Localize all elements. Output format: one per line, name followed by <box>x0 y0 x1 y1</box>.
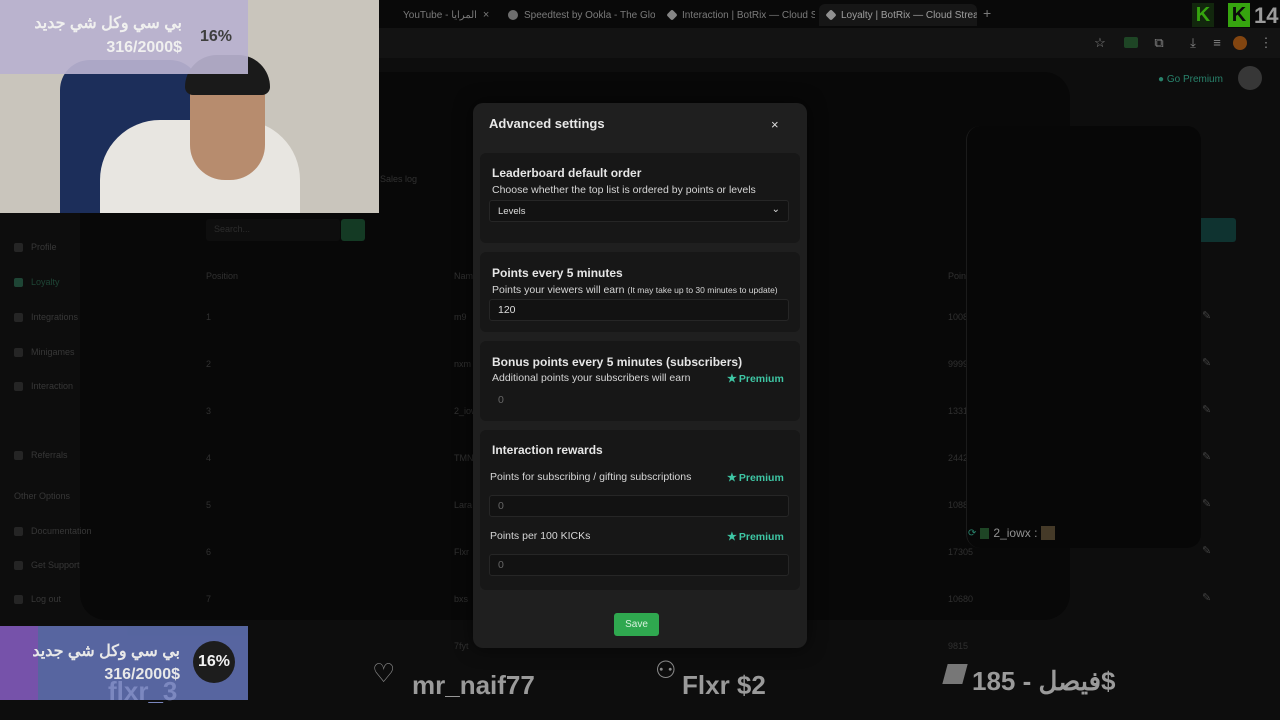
recent-tip: Flxr $2 <box>682 670 766 700</box>
premium-badge: ★ Premium <box>727 530 784 543</box>
premium-label: Premium <box>738 531 784 543</box>
top-donation: فيصل - 185$ <box>972 666 1116 696</box>
kicks-points-input[interactable]: 0 <box>489 554 789 576</box>
card-title: Interaction rewards <box>492 443 603 457</box>
modal-title: Advanced settings <box>489 116 605 131</box>
card-description-text: Points your viewers will earn <box>492 284 625 296</box>
card-title: Points every 5 minutes <box>492 266 623 280</box>
save-button[interactable]: Save <box>614 613 659 636</box>
advanced-settings-modal: Advanced settings × Leaderboard default … <box>473 103 807 648</box>
card-description: Points your viewers will earn (It may ta… <box>492 284 778 296</box>
goal-amount: 316/2000$ <box>106 39 182 56</box>
select-value: Levels <box>498 206 526 217</box>
card-title: Bonus points every 5 minutes (subscriber… <box>492 355 743 369</box>
bonus-points-input[interactable]: 0 <box>489 389 789 411</box>
leaderboard-order-card: Leaderboard default order Choose whether… <box>480 153 800 243</box>
recent-subscriber: mr_naif77 <box>412 670 535 700</box>
subs-points-label: Points for subscribing / gifting subscri… <box>490 471 692 483</box>
premium-badge: ★ Premium <box>727 471 784 484</box>
goal-title: بي سي وكل شي جديد <box>32 643 180 660</box>
star-icon: ★ <box>727 531 737 543</box>
premium-label: Premium <box>738 472 784 484</box>
star-icon: ★ <box>727 472 737 484</box>
goal-percent: 16% <box>199 28 233 45</box>
subs-points-input[interactable]: 0 <box>489 495 789 517</box>
chevron-down-icon: ⌄ <box>771 204 780 215</box>
interaction-rewards-card: Interaction rewards Points for subscribi… <box>480 430 800 590</box>
goal-percent: 16% <box>193 641 235 683</box>
kicks-points-label: Points per 100 KICKs <box>490 530 591 542</box>
goal-title: بي سي وكل شي جديد <box>34 15 182 32</box>
premium-badge: ★ Premium <box>727 372 784 385</box>
user-icon: ⚇ <box>655 657 677 684</box>
points-per-5min-input[interactable]: 120 <box>489 299 789 321</box>
goal-progress-fill <box>0 626 38 700</box>
bonus-points-card: Bonus points every 5 minutes (subscriber… <box>480 341 800 421</box>
points-per-5min-card: Points every 5 minutes Points your viewe… <box>480 252 800 332</box>
star-icon: ★ <box>727 373 737 385</box>
heart-icon: ♡ <box>372 658 396 688</box>
card-description: Additional points your subscribers will … <box>492 372 691 384</box>
update-note: (It may take up to 30 minutes to update) <box>627 285 778 295</box>
card-title: Leaderboard default order <box>492 166 642 180</box>
leaderboard-order-select[interactable]: Levels ⌄ <box>489 200 789 222</box>
donation-goal-top: بي سي وكل شي جديد 316/2000$ 16% <box>0 0 248 74</box>
card-description: Choose whether the top list is ordered b… <box>492 184 756 196</box>
recent-follower: flxr_3 <box>108 676 178 706</box>
premium-label: Premium <box>738 373 784 385</box>
close-icon[interactable]: × <box>771 117 779 132</box>
